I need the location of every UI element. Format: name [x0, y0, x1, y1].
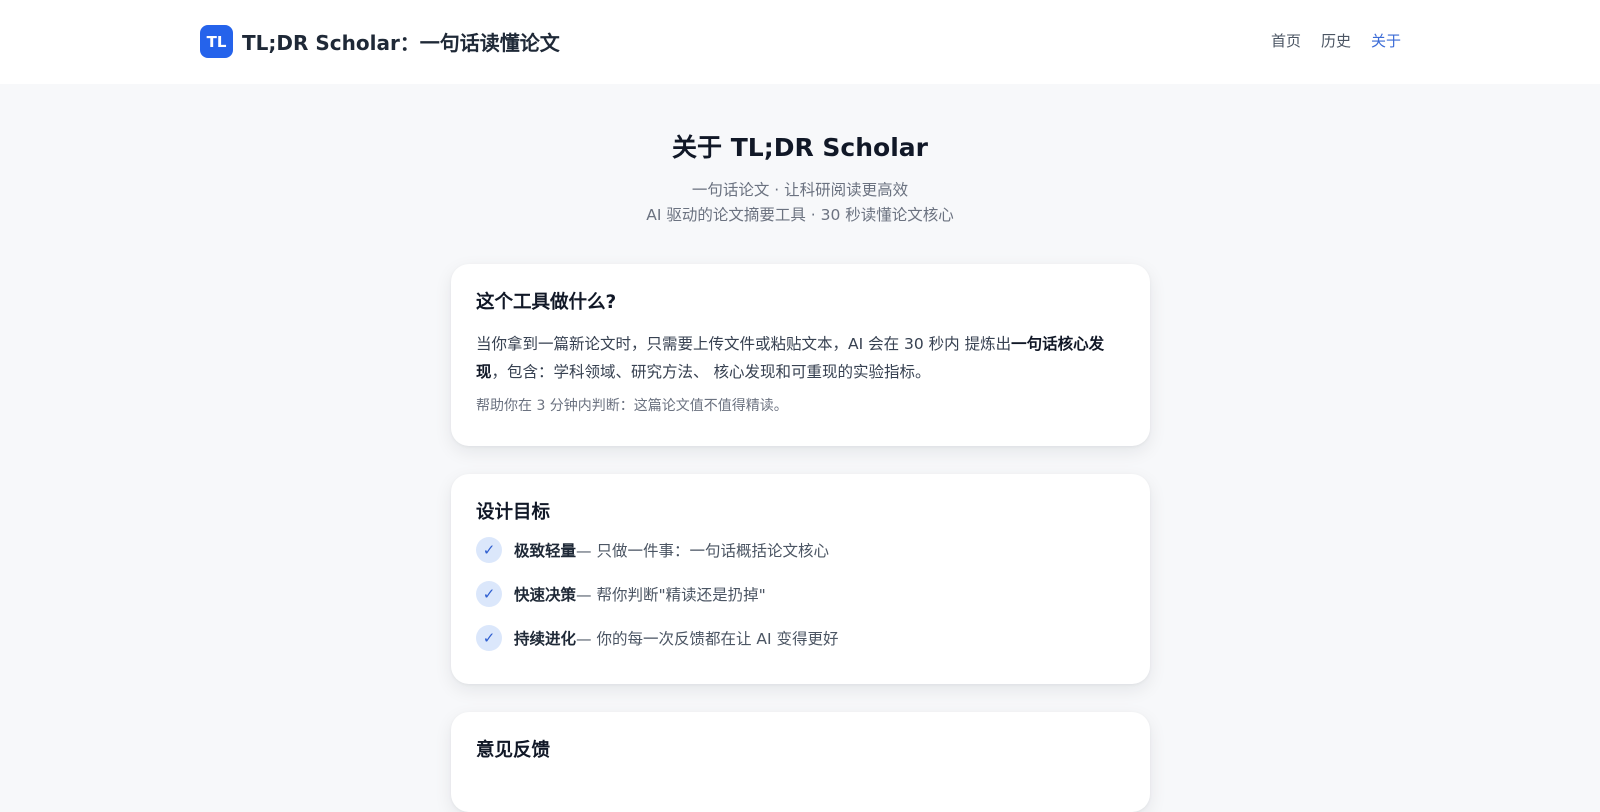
nav-home[interactable]: 首页: [1271, 30, 1301, 51]
check-icon: ✓: [476, 625, 502, 651]
goals-heading: 设计目标: [476, 502, 551, 523]
check-icon: ✓: [476, 537, 502, 563]
logo-icon: TL: [200, 25, 233, 58]
what-note: 帮助你在 3 分钟内判断：这篇论文值不值得精读。: [476, 398, 788, 414]
brand[interactable]: TL TL;DR Scholar：一句话读懂论文: [200, 25, 560, 58]
nav-history[interactable]: 历史: [1321, 30, 1351, 51]
subtitle-tagline: 一句话论文 · 让科研阅读更高效: [691, 181, 909, 199]
top-header: TL TL;DR Scholar：一句话读懂论文 首页 历史 关于: [0, 0, 1600, 84]
goal-desc: — 帮你判断"精读还是扔掉": [576, 586, 766, 604]
feedback-card: 意见反馈: [451, 712, 1150, 812]
what-card: 这个工具做什么? 当你拿到一篇新论文时，只需要上传文件或粘贴文本，AI 会在 3…: [451, 264, 1150, 446]
what-text-after: ，包含：学科领域、研究方法、 核心发现和可重现的实验指标。: [491, 363, 931, 381]
nav-about[interactable]: 关于: [1371, 30, 1401, 51]
goals-card: 设计目标 ✓ 极致轻量 — 只做一件事：一句话概括论文核心 ✓ 快速决策 — 帮…: [451, 474, 1150, 684]
goal-item: ✓ 持续进化 — 你的每一次反馈都在让 AI 变得更好: [476, 625, 1125, 651]
page-title: 关于 TL;DR Scholar: [672, 133, 928, 162]
top-nav: 首页 历史 关于: [1271, 30, 1401, 51]
subtitle-description: AI 驱动的论文摘要工具 · 30 秒读懂论文核心: [646, 206, 954, 224]
what-text-before: 当你拿到一篇新论文时，只需要上传文件或粘贴文本，AI 会在 30 秒内 提炼出: [476, 335, 1012, 353]
hero: 关于 TL;DR Scholar 一句话论文 · 让科研阅读更高效 AI 驱动的…: [0, 130, 1600, 228]
what-heading: 这个工具做什么?: [476, 292, 617, 313]
feedback-heading: 意见反馈: [476, 740, 551, 761]
goals-list: ✓ 极致轻量 — 只做一件事：一句话概括论文核心 ✓ 快速决策 — 帮你判断"精…: [476, 537, 1125, 651]
goal-item: ✓ 快速决策 — 帮你判断"精读还是扔掉": [476, 581, 1125, 607]
check-icon: ✓: [476, 581, 502, 607]
goal-item: ✓ 极致轻量 — 只做一件事：一句话概括论文核心: [476, 537, 1125, 563]
goal-title: 极致轻量: [514, 542, 577, 560]
goal-desc: — 只做一件事：一句话概括论文核心: [576, 542, 829, 560]
app-title: TL;DR Scholar：一句话读懂论文: [242, 31, 560, 55]
goal-title: 快速决策: [514, 586, 577, 604]
goal-title: 持续进化: [514, 630, 577, 648]
what-description: 当你拿到一篇新论文时，只需要上传文件或粘贴文本，AI 会在 30 秒内 提炼出一…: [476, 330, 1125, 386]
goal-desc: — 你的每一次反馈都在让 AI 变得更好: [576, 630, 839, 648]
